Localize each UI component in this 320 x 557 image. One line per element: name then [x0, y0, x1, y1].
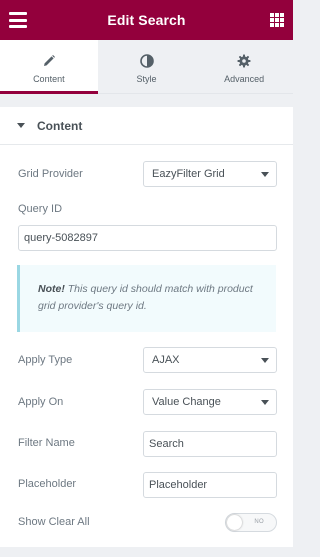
filter-name-label: Filter Name [18, 437, 75, 449]
apply-type-select[interactable]: AJAX [143, 347, 277, 373]
grid-provider-value: EazyFilter Grid [152, 168, 225, 180]
chevron-down-icon [261, 400, 269, 405]
section-content-toggle[interactable]: Content [0, 107, 293, 145]
toggle-knob [227, 515, 242, 530]
chevron-down-icon [261, 358, 269, 363]
caret-down-icon [17, 123, 25, 128]
tab-content[interactable]: Content [0, 40, 98, 94]
show-clear-all-label: Show Clear All [18, 516, 90, 528]
placeholder-value: Placeholder [149, 479, 208, 491]
pencil-icon [43, 55, 55, 66]
filter-name-value: Search [149, 438, 184, 450]
chevron-down-icon [261, 172, 269, 177]
filter-name-input[interactable]: Search [143, 431, 277, 457]
panel-header: Edit Search [0, 0, 293, 40]
section-body: Grid Provider EazyFilter Grid Query ID q… [0, 145, 293, 547]
show-clear-all-toggle[interactable]: NO [225, 513, 277, 532]
panel-title: Edit Search [107, 12, 186, 28]
apply-type-value: AJAX [152, 354, 180, 366]
query-id-input[interactable]: query-5082897 [18, 225, 277, 251]
query-id-label: Query ID [18, 203, 63, 215]
apply-on-select[interactable]: Value Change [143, 389, 277, 415]
tab-advanced[interactable]: Advanced [195, 40, 293, 93]
grid-provider-label: Grid Provider [18, 168, 83, 180]
query-id-value: query-5082897 [24, 232, 99, 244]
panel-footer-strip [0, 547, 293, 557]
grid-provider-select[interactable]: EazyFilter Grid [143, 161, 277, 187]
tab-content-label: Content [33, 74, 65, 84]
apply-on-value: Value Change [152, 396, 221, 408]
tab-advanced-label: Advanced [224, 74, 265, 84]
panel-tabs: Content Style Advanced [0, 40, 293, 94]
note-text: This query id should match with product … [38, 283, 253, 312]
placeholder-label: Placeholder [18, 478, 77, 490]
info-note: Note! This query id should match with pr… [17, 265, 276, 332]
apps-grid-icon[interactable] [270, 13, 284, 27]
apply-type-label: Apply Type [18, 354, 73, 366]
apply-on-label: Apply On [18, 396, 64, 408]
section-title: Content [37, 118, 83, 133]
editor-panel: Edit Search Content Style Advanced Conte… [0, 0, 293, 557]
contrast-icon [139, 54, 154, 68]
tab-style[interactable]: Style [98, 40, 196, 93]
note-strong: Note! [38, 283, 65, 295]
tab-style-label: Style [136, 74, 157, 84]
toggle-state-label: NO [254, 519, 264, 525]
gear-icon [237, 54, 251, 68]
hamburger-menu-icon[interactable] [9, 12, 27, 28]
placeholder-input[interactable]: Placeholder [143, 472, 277, 498]
